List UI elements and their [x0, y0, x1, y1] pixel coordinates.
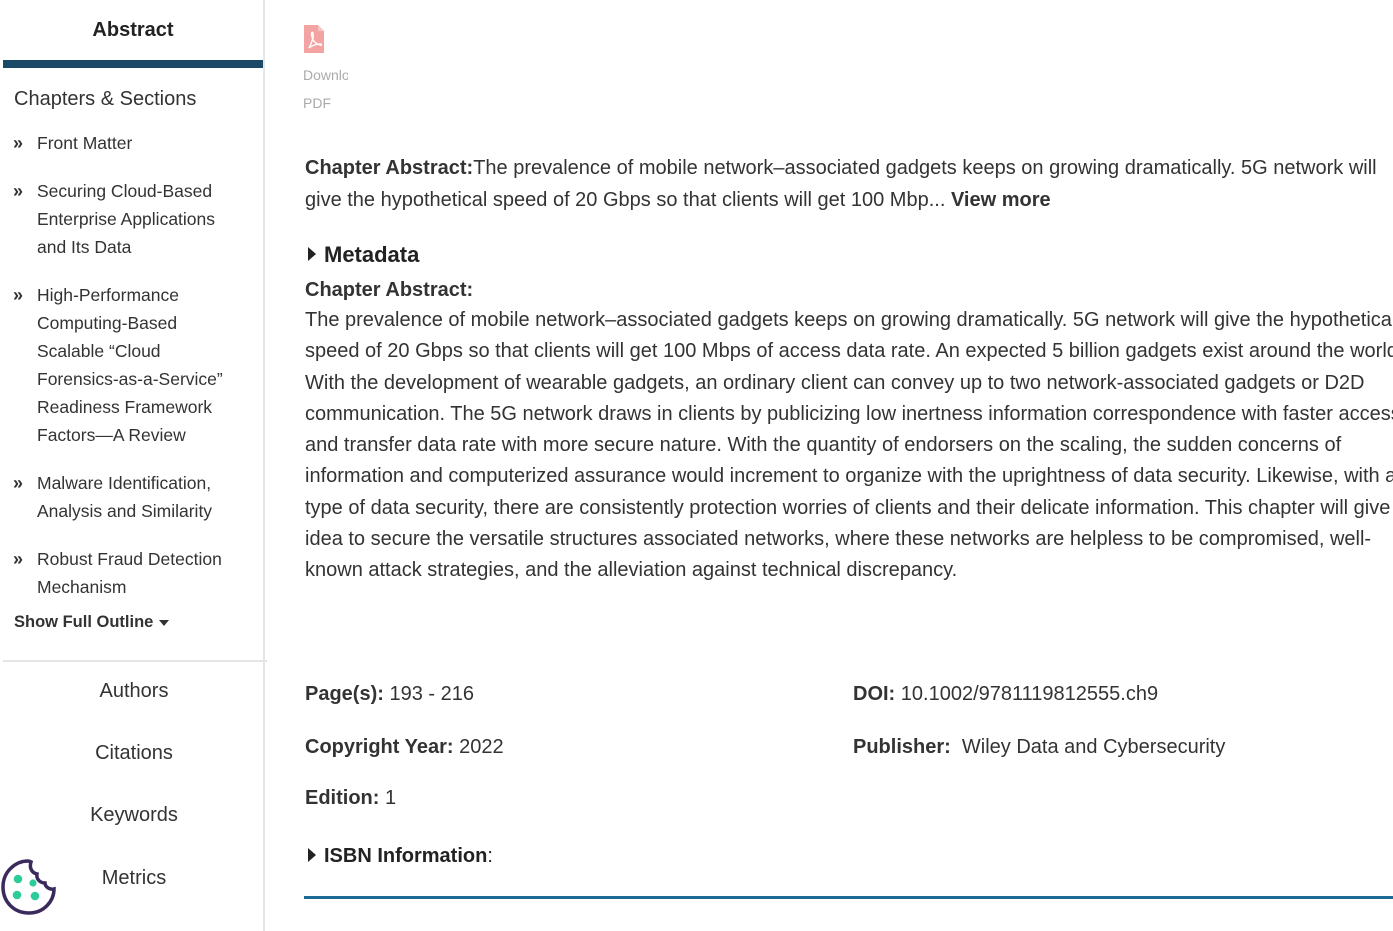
sidebar: Abstract Chapters & Sections » Front Mat…	[3, 0, 267, 931]
toc-item-hpc-forensics[interactable]: » High-Performance Computing-Based Scala…	[3, 281, 263, 449]
section-divider	[304, 896, 1393, 899]
toc-item-malware[interactable]: » Malware Identification, Analysis and S…	[3, 469, 263, 525]
sidebar-link-citations[interactable]: Citations	[3, 742, 265, 765]
doi-value[interactable]: 10.1002/9781119812555.ch9	[901, 683, 1158, 705]
cookie-settings-button[interactable]	[0, 858, 58, 916]
toc-item-front-matter[interactable]: » Front Matter	[3, 129, 263, 157]
isbn-colon: :	[487, 845, 493, 867]
short-abstract-label: Chapter Abstract:	[305, 157, 474, 179]
copyright-value: 2022	[459, 736, 504, 758]
toc-item-label: Securing Cloud-Based Enterprise Applicat…	[37, 181, 216, 257]
download-label: Download	[303, 67, 348, 83]
full-abstract-label: Chapter Abstract:	[305, 279, 474, 301]
edition-label: Edition:	[305, 787, 380, 809]
toc-item-securing-cloud[interactable]: » Securing Cloud-Based Enterprise Applic…	[3, 177, 263, 261]
copyright-label: Copyright Year:	[305, 736, 454, 758]
sidebar-link-authors[interactable]: Authors	[3, 680, 265, 703]
pdf-file-icon	[304, 25, 324, 53]
cookie-icon	[1, 859, 56, 915]
isbn-label: ISBN Information	[324, 845, 488, 867]
edition-value: 1	[385, 787, 397, 809]
doi-field: DOI: 10.1002/9781119812555.ch9	[853, 683, 1158, 706]
isbn-information-toggle[interactable]: ISBN Information:	[305, 845, 493, 868]
toc-item-fraud-detection[interactable]: » Robust Fraud Detection Mechanism	[3, 545, 263, 601]
toc-list: » Front Matter » Securing Cloud-Based En…	[3, 129, 263, 601]
publisher-field: Publisher: Wiley Data and Cybersecurity	[853, 736, 1225, 759]
pages-field: Page(s): 193 - 216	[305, 683, 474, 706]
pages-label: Page(s):	[305, 683, 384, 705]
pages-value: 193 - 216	[389, 683, 474, 705]
toc-heading: Chapters & Sections	[14, 88, 197, 110]
edition-field: Edition: 1	[305, 787, 396, 810]
double-chevron-right-icon: »	[13, 285, 24, 305]
view-more-link[interactable]: View more	[951, 189, 1051, 211]
show-full-outline-button[interactable]: Show Full Outline	[14, 613, 263, 632]
caret-right-icon	[308, 247, 316, 262]
copyright-field: Copyright Year: 2022	[305, 736, 504, 759]
toc-item-label: Front Matter	[37, 133, 133, 153]
toc-item-label: Malware Identification, Analysis and Sim…	[37, 473, 213, 521]
toc-item-label: High-Performance Computing-Based Scalabl…	[37, 285, 223, 445]
double-chevron-right-icon: »	[13, 549, 24, 569]
publisher-value: Wiley Data and Cybersecurity	[961, 736, 1226, 758]
pdf-label: PDF	[303, 95, 331, 111]
download-pdf-link[interactable]: Download PDF	[303, 24, 348, 111]
sidebar-divider	[3, 660, 267, 662]
tab-abstract[interactable]: Abstract	[3, 0, 263, 68]
sidebar-link-keywords[interactable]: Keywords	[3, 804, 265, 827]
short-abstract: Chapter Abstract:The prevalence of mobil…	[305, 153, 1393, 216]
show-outline-label: Show Full Outline	[14, 613, 154, 631]
double-chevron-right-icon: »	[13, 473, 24, 493]
toc-item-label: Robust Fraud Detection Mechanism	[37, 549, 222, 597]
double-chevron-right-icon: »	[13, 133, 24, 153]
doi-label: DOI:	[853, 683, 896, 705]
full-abstract-text: The prevalence of mobile network–associa…	[305, 309, 1393, 582]
caret-down-icon	[159, 619, 170, 626]
publisher-label: Publisher:	[853, 736, 951, 758]
caret-right-icon	[308, 847, 316, 862]
metadata-label: Metadata	[324, 242, 420, 267]
double-chevron-right-icon: »	[13, 181, 24, 201]
metadata-toggle[interactable]: Metadata	[305, 242, 419, 268]
